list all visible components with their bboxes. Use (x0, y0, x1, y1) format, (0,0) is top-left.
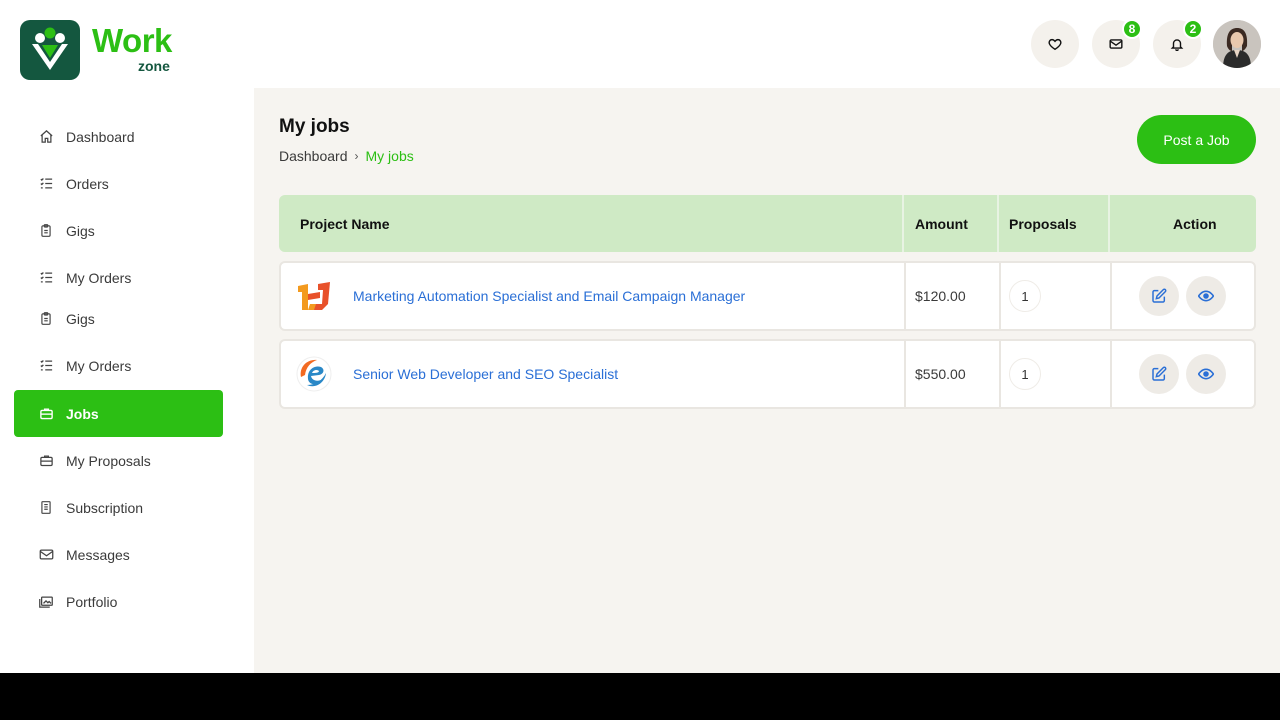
column-header-amount: Amount (915, 215, 968, 232)
eye-icon (1198, 290, 1214, 302)
sidebar-item-label: My Proposals (66, 452, 151, 469)
hj-logo-icon (289, 271, 339, 321)
sidebar-item-gigs-2[interactable]: Gigs (14, 295, 223, 342)
messages-button[interactable]: 8 (1092, 19, 1142, 68)
bell-icon (1170, 39, 1184, 51)
sidebar-item-label: Orders (66, 175, 109, 192)
workzone-logo-icon[interactable] (20, 20, 80, 80)
main-content: My jobs Dashboard › My jobs Post a Job P… (254, 88, 1280, 673)
sidebar-item-jobs[interactable]: Jobs (14, 390, 223, 437)
envelope-icon (1109, 39, 1123, 49)
job-title-link[interactable]: Senior Web Developer and SEO Specialist (353, 366, 618, 382)
column-header-project: Project Name (300, 215, 390, 232)
envelope-icon (38, 547, 54, 563)
view-job-button[interactable] (1186, 276, 1226, 316)
sidebar-item-subscription[interactable]: Subscription (14, 484, 223, 531)
sidebar-item-label: Dashboard (66, 128, 135, 145)
app-window: Work zone 8 2 Dashboard Orders Gigs My O… (0, 0, 1280, 673)
table-row: Marketing Automation Specialist and Emai… (279, 261, 1256, 331)
sidebar-item-orders[interactable]: Orders (14, 160, 223, 207)
chevron-right-icon: › (354, 149, 359, 163)
sidebar: Dashboard Orders Gigs My Orders Gigs My … (0, 88, 254, 673)
heart-icon (1048, 38, 1062, 51)
briefcase-icon (38, 453, 54, 469)
sidebar-item-label: Messages (66, 546, 130, 563)
table-row: Senior Web Developer and SEO Specialist … (279, 339, 1256, 409)
breadcrumb-current: My jobs (365, 148, 414, 164)
edit-icon (1152, 366, 1167, 381)
clipboard-icon (38, 223, 54, 239)
briefcase-icon (38, 406, 54, 422)
sidebar-item-label: Portfolio (66, 593, 118, 610)
notifications-button[interactable]: 2 (1153, 19, 1203, 68)
column-header-action: Action (1173, 215, 1217, 232)
view-job-button[interactable] (1186, 354, 1226, 394)
e-logo-icon (289, 349, 339, 399)
brand-sub: zone (138, 58, 170, 74)
clipboard-icon (38, 311, 54, 327)
list-icon (38, 358, 54, 374)
edit-job-button[interactable] (1139, 354, 1179, 394)
job-amount: $550.00 (915, 366, 966, 382)
user-avatar[interactable] (1213, 20, 1261, 68)
sidebar-item-my-orders[interactable]: My Orders (14, 254, 223, 301)
sidebar-item-my-proposals[interactable]: My Proposals (14, 437, 223, 484)
sidebar-item-gigs[interactable]: Gigs (14, 207, 223, 254)
job-amount: $120.00 (915, 288, 966, 304)
sidebar-item-portfolio[interactable]: Portfolio (14, 578, 223, 625)
sidebar-item-label: My Orders (66, 357, 132, 374)
post-job-button[interactable]: Post a Job (1137, 115, 1256, 164)
brand-name: Work (92, 22, 172, 59)
images-icon (38, 594, 54, 610)
sidebar-item-my-orders-2[interactable]: My Orders (14, 342, 223, 389)
page-title: My jobs (279, 116, 350, 137)
table-header: Project Name Amount Proposals Action (279, 195, 1256, 252)
list-icon (38, 270, 54, 286)
job-title-link[interactable]: Marketing Automation Specialist and Emai… (353, 288, 745, 304)
proposals-count: 1 (1009, 280, 1041, 312)
sidebar-item-messages[interactable]: Messages (14, 531, 223, 578)
sidebar-item-label: Jobs (66, 405, 99, 422)
sidebar-item-dashboard[interactable]: Dashboard (14, 113, 223, 160)
edit-job-button[interactable] (1139, 276, 1179, 316)
proposals-count: 1 (1009, 358, 1041, 390)
list-icon (38, 176, 54, 192)
home-icon (38, 129, 54, 145)
eye-icon (1198, 368, 1214, 380)
favorites-button[interactable] (1031, 20, 1079, 68)
messages-count-badge: 8 (1122, 19, 1142, 39)
edit-icon (1152, 288, 1167, 303)
column-header-proposals: Proposals (1009, 215, 1077, 232)
sidebar-item-label: Subscription (66, 499, 144, 516)
breadcrumb-root[interactable]: Dashboard (279, 148, 348, 164)
sidebar-item-label: My Orders (66, 269, 132, 286)
receipt-icon (38, 500, 54, 516)
notifications-count-badge: 2 (1183, 19, 1203, 39)
sidebar-item-label: Gigs (66, 222, 95, 239)
breadcrumb: Dashboard › My jobs (279, 148, 414, 164)
sidebar-item-label: Gigs (66, 310, 95, 327)
